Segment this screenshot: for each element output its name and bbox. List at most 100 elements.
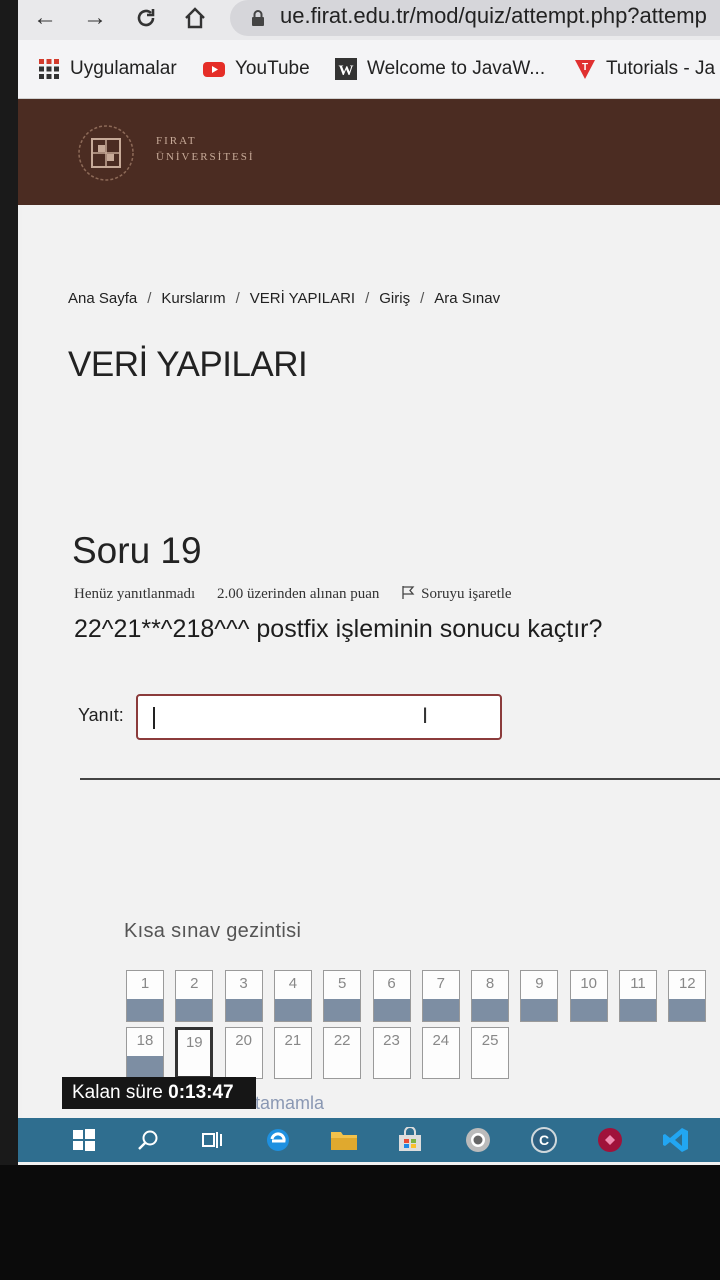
question-title: Soru 19 — [72, 530, 202, 571]
quiz-nav-button-number: 21 — [284, 1032, 302, 1049]
breadcrumb-courses[interactable]: Kurslarım — [161, 290, 225, 307]
quiz-nav-button-number: 7 — [436, 975, 445, 992]
edge-icon[interactable] — [262, 1124, 294, 1156]
quiz-nav-button-number: 3 — [239, 975, 248, 992]
monitor-bezel — [0, 0, 18, 1170]
quiz-nav-button[interactable]: 2 — [175, 970, 214, 1022]
answer-input[interactable] — [136, 694, 502, 740]
finish-attempt-link[interactable]: tamamla — [255, 1093, 324, 1114]
quiz-nav-button-number: 12 — [678, 975, 696, 992]
answered-indicator — [669, 999, 706, 1021]
quiz-nav-button-number: 9 — [535, 975, 544, 992]
app-icon[interactable] — [594, 1124, 626, 1156]
quiz-nav-button-number: 22 — [333, 1032, 351, 1049]
answered-indicator — [176, 999, 213, 1021]
youtube-icon — [203, 58, 225, 80]
quiz-nav-button[interactable]: 1 — [126, 970, 164, 1022]
chrome-icon[interactable] — [462, 1124, 494, 1156]
university-name: FIRAT ÜNİVERSİTESİ — [156, 133, 255, 165]
quiz-nav-button[interactable]: 6 — [372, 970, 411, 1022]
logo-line-1: FIRAT — [156, 135, 197, 147]
quiz-nav-button[interactable]: 18 — [126, 1027, 164, 1079]
text-cursor-icon: I — [422, 703, 429, 728]
answered-indicator — [127, 999, 163, 1021]
answered-indicator — [373, 999, 410, 1021]
bookmark-apps[interactable]: Uygulamalar — [38, 55, 177, 83]
quiz-nav-button[interactable]: 12 — [668, 970, 707, 1022]
flag-question-link[interactable]: Soruyu işaretle — [401, 586, 529, 602]
store-icon[interactable] — [394, 1124, 426, 1156]
tutorials-logo-icon: T — [574, 58, 596, 80]
university-logo[interactable] — [76, 123, 136, 183]
quiz-nav-button[interactable]: 4 — [273, 970, 312, 1022]
breadcrumb-home[interactable]: Ana Sayfa — [68, 290, 137, 307]
answered-indicator — [225, 999, 262, 1021]
text-caret — [153, 707, 155, 729]
divider — [80, 778, 720, 780]
answered-indicator — [521, 999, 558, 1021]
monitor-bezel-bottom — [0, 1165, 720, 1280]
quiz-nav-button[interactable]: 8 — [471, 970, 510, 1022]
bookmark-youtube[interactable]: YouTube — [203, 55, 310, 83]
quiz-nav-button[interactable]: 24 — [421, 1027, 460, 1079]
quiz-nav-button[interactable]: 9 — [520, 970, 559, 1022]
ccleaner-icon[interactable]: C — [528, 1124, 560, 1156]
answered-indicator — [570, 999, 607, 1021]
quiz-nav-button[interactable]: 25 — [471, 1027, 510, 1079]
quiz-nav-button[interactable]: 22 — [323, 1027, 362, 1079]
breadcrumb: Ana Sayfa / Kurslarım / VERİ YAPILARI / Giriş /… — [68, 290, 501, 307]
svg-text:C: C — [539, 1132, 549, 1148]
quiz-nav-button[interactable]: 23 — [372, 1027, 411, 1079]
breadcrumb-course[interactable]: VERİ YAPILARI — [250, 290, 355, 307]
bookmark-label: Uygulamalar — [70, 58, 177, 79]
svg-text:T: T — [582, 62, 588, 73]
bookmark-javaw[interactable]: W Welcome to JavaW... — [335, 55, 545, 83]
reload-icon[interactable] — [131, 3, 161, 33]
bookmarks-bar: Uygulamalar YouTube W Welcome to JavaW..… — [18, 40, 720, 99]
quiz-nav-button[interactable]: 5 — [323, 970, 362, 1022]
windows-start-icon[interactable] — [68, 1124, 100, 1156]
quiz-nav-button-number: 25 — [481, 1032, 499, 1049]
quiz-nav-button-number: 11 — [630, 975, 646, 992]
file-explorer-icon[interactable] — [328, 1124, 360, 1156]
browser-toolbar: ← → ue.firat.edu.tr/mod/quiz/attempt.php… — [18, 0, 720, 40]
site-header: FIRAT ÜNİVERSİTESİ — [18, 99, 720, 205]
forward-arrow-icon[interactable]: → — [80, 3, 110, 33]
bookmark-tutorials[interactable]: T Tutorials - Ja — [574, 55, 715, 83]
quiz-nav-button[interactable]: 7 — [421, 970, 460, 1022]
home-icon[interactable] — [180, 3, 210, 33]
breadcrumb-section[interactable]: Giriş — [379, 290, 410, 307]
back-arrow-icon[interactable]: ← — [30, 3, 60, 33]
question-text: 22^21**^218^^^ postfix işleminin sonucu … — [74, 615, 603, 643]
quiz-nav-button[interactable]: 21 — [273, 1027, 312, 1079]
address-bar[interactable]: ue.firat.edu.tr/mod/quiz/attempt.php?att… — [230, 0, 720, 36]
bookmark-label: Tutorials - Ja — [606, 58, 716, 79]
flag-icon — [402, 586, 415, 599]
quiz-nav-button[interactable]: 19 — [175, 1027, 214, 1079]
quiz-nav-button[interactable]: 11 — [619, 970, 657, 1022]
quiz-nav-button[interactable]: 20 — [224, 1027, 263, 1079]
quiz-nav-button-number: 6 — [387, 975, 396, 992]
quiz-nav-button-number: 23 — [383, 1032, 400, 1049]
quiz-nav-button-number: 10 — [580, 975, 598, 992]
bookmark-label: YouTube — [235, 58, 310, 79]
answered-indicator — [127, 1056, 163, 1078]
flag-label: Soruyu işaretle — [421, 586, 512, 602]
breadcrumb-quiz[interactable]: Ara Sınav — [434, 290, 500, 307]
task-view-icon[interactable] — [196, 1124, 228, 1156]
quiz-nav-button-number: 2 — [190, 975, 199, 992]
answered-indicator — [274, 999, 311, 1021]
question-info: Henüz yanıtlanmadı 2.00 üzerinden alınan… — [74, 585, 548, 603]
quiz-nav-button-number: 24 — [432, 1032, 450, 1049]
quiz-nav-button-number: 1 — [140, 975, 150, 992]
page-content: Ana Sayfa / Kurslarım / VERİ YAPILARI / Giriş /… — [22, 205, 720, 1165]
quiz-nav-button[interactable]: 3 — [224, 970, 263, 1022]
vscode-icon[interactable] — [660, 1124, 692, 1156]
search-icon[interactable] — [132, 1124, 164, 1156]
quiz-nav-button[interactable]: 10 — [569, 970, 608, 1022]
question-status: Henüz yanıtlanmadı — [74, 586, 196, 602]
page-title: VERİ YAPILARI — [68, 345, 308, 384]
svg-text:W: W — [339, 63, 354, 79]
quiz-nav-button-number: 5 — [338, 975, 347, 992]
time-remaining: Kalan süre 0:13:47 — [62, 1077, 256, 1109]
